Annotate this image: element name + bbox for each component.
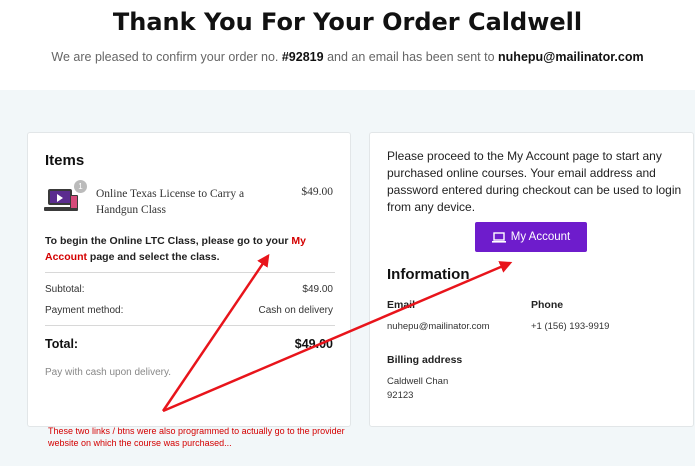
product-name: Online Texas License to Carry a Handgun … [96, 188, 245, 216]
quantity-badge: 1 [74, 180, 87, 193]
divider [45, 325, 335, 326]
begin-class-note: To begin the Online LTC Class, please go… [45, 233, 340, 265]
total-label: Total: [45, 337, 79, 351]
order-number: #92819 [281, 50, 324, 64]
confirm-middle: and an email has been sent to [327, 50, 495, 64]
product-price: $49.00 [301, 186, 333, 198]
billing-name: Caldwell Chan [387, 376, 449, 387]
confirm-prefix: We are pleased to confirm your order no. [51, 50, 279, 64]
items-card: Items 1 Online Texas License to Carry a … [27, 132, 351, 427]
items-title: Items [45, 152, 85, 169]
subtotal-label: Subtotal: [45, 284, 85, 295]
confirmation-email: nuhepu@mailinator.com [498, 50, 644, 64]
phone-value: +1 (156) 193-9919 [531, 321, 610, 332]
total-value: $49.00 [294, 337, 333, 351]
subtotal-value: $49.00 [302, 284, 333, 295]
my-account-button[interactable]: My Account [475, 222, 587, 252]
page-title: Thank You For Your Order Caldwell [112, 8, 583, 36]
payment-method-value: Cash on delivery [258, 305, 333, 316]
information-title: Information [387, 266, 470, 283]
account-instructions: Please proceed to the My Account page to… [387, 149, 682, 214]
divider [45, 272, 335, 273]
laptop-icon [491, 231, 506, 243]
email-label: Email [387, 299, 416, 311]
order-confirmation-text: We are pleased to confirm your order no.… [0, 50, 695, 64]
billing-address-label: Billing address [387, 354, 463, 366]
my-account-button-label: My Account [510, 231, 571, 243]
note-suffix: page and select the class. [89, 251, 220, 263]
account-card: Please proceed to the My Account page to… [369, 132, 694, 427]
payment-method-label: Payment method: [45, 305, 124, 316]
billing-zip: 92123 [387, 390, 414, 401]
note-prefix: To begin the Online LTC Class, please go… [45, 235, 289, 247]
phone-label: Phone [531, 299, 564, 311]
payment-note: Pay with cash upon delivery. [45, 367, 171, 378]
email-value: nuhepu@mailinator.com [387, 321, 490, 332]
annotation-note: These two links / btns were also program… [48, 426, 345, 448]
